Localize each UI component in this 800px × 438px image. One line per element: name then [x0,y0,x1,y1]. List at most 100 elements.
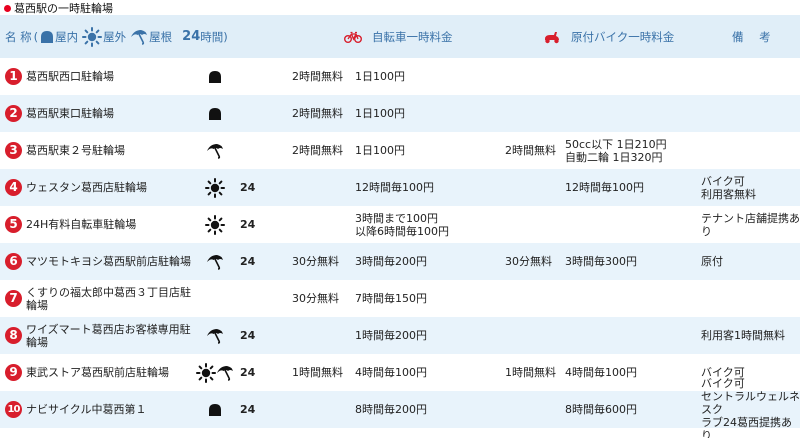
row-number: 5 [5,216,22,233]
facility-type-icons [197,317,233,354]
row-number: 10 [5,401,22,418]
header-moped-fee-label: 原付バイク一時料金 [571,29,675,44]
facility-type-icons [197,95,233,132]
row-number: 2 [5,105,22,122]
open-24h: 24 [240,366,256,379]
header-name-label: 名 称 [5,29,32,44]
indoor-icon [208,403,222,417]
open-24h: 24 [240,403,256,416]
notes: バイク可 セントラルウェルネスク ラブ24葛西提携あり [701,377,800,438]
row-number-badge: 10 [5,391,22,428]
parking-name: ワイズマート葛西店お客様専用駐 輪場 [26,317,196,354]
table-row: 9 東武ストア葛西駅前店駐輪場 24 1時間無料 4時間毎100円 1時間無料 4時間毎10… [0,354,800,391]
notes: テナント店舗提携あり [701,211,800,238]
bike-fee: 1日100円 [355,144,405,157]
row-number-badge: 7 [5,280,22,317]
indoor-icon [208,70,222,84]
bike-free-time: 2時間無料 [292,70,343,83]
row-number-badge: 5 [5,206,22,243]
indoor-icon [40,30,54,44]
table-row: 4 ウェスタン葛西店駐輪場 24 12時間毎100円 12時間毎100円 バイク可 利用客無… [0,169,800,206]
header-notes: 備 考 [732,29,777,44]
notes: 利用客1時間無料 [701,329,785,342]
open-24h: 24 [240,218,256,231]
bicycle-icon [344,31,362,43]
notes: 原付 [701,255,723,268]
moped-fee-line: 50cc以下 1日210円 [565,137,667,151]
indoor-icon [208,107,222,121]
moped-fee-line: 自動二輪 1日320円 [565,150,663,164]
sun-icon [205,177,225,198]
header-moped-fee: 原付バイク一時料金 [543,15,674,58]
sun-icon [196,362,216,383]
page-title: 葛西駅の一時駐輪場 [4,1,113,15]
bike-fee-line: 以降6時間毎100円 [355,224,449,238]
parking-name: 24H有料自転車駐輪場 [26,218,137,231]
parking-name-line: ワイズマート葛西店お客様専用駐 [26,322,191,336]
umbrella-icon [216,365,234,381]
header-24h-label: 24 [182,29,201,44]
bike-fee: 12時間毎100円 [355,181,434,194]
row-number-badge: 8 [5,317,22,354]
moped-fee: 12時間毎100円 [565,181,644,194]
sun-icon [82,26,103,47]
row-number-badge: 1 [5,58,22,95]
facility-type-icons [197,132,233,169]
row-number: 3 [5,142,22,159]
bike-free-time: 2時間無料 [292,144,343,157]
facility-type-icons [197,391,233,428]
umbrella-icon [206,254,224,270]
notes: バイク可 利用客無料 [701,169,756,206]
parking-name: 葛西駅東口駐輪場 [26,107,114,120]
header-bike-fee: 自転車一時料金 [344,15,453,58]
umbrella-icon [130,29,148,45]
bike-fee-line: 3時間まで100円 [355,211,438,225]
parking-name-line: 輪場 [26,335,48,349]
bike-fee: 1日100円 [355,107,405,120]
table-row: 8 ワイズマート葛西店お客様専用駐 輪場 24 1時間毎200円 利用客1時間無料 [0,317,800,354]
bike-free-time: 30分無料 [292,255,339,268]
row-number: 4 [5,179,22,196]
parking-table-body: 1 葛西駅西口駐輪場 2時間無料 1日100円 2 葛西駅東口駐輪場 2時間無料 1日100円… [0,58,800,438]
row-number: 1 [5,68,22,85]
scooter-icon [543,30,561,44]
moped-free-time: 1時間無料 [505,366,556,379]
parking-name: 葛西駅西口駐輪場 [26,70,114,83]
facility-type-icons [197,206,233,243]
header-indoor-label: 屋内 [55,29,79,44]
table-row: 1 葛西駅西口駐輪場 2時間無料 1日100円 [0,58,800,95]
header-24h-suffix: 時間 [200,29,224,44]
facility-type-icons [197,280,233,317]
table-row: 2 葛西駅東口駐輪場 2時間無料 1日100円 [0,95,800,132]
open-24h: 24 [240,255,256,268]
parking-name: 葛西駅東２号駐輪場 [26,144,125,157]
facility-type-icons [197,169,233,206]
bike-free-time: 1時間無料 [292,366,343,379]
facility-type-icons [197,243,233,280]
bike-fee: 7時間毎150円 [355,292,427,305]
bike-fee: 8時間毎200円 [355,403,427,416]
red-dot-icon [4,4,11,12]
table-row: 10 ナビサイクル中葛西第１ 24 8時間毎200円 8時間毎600円 バイク可 セントラル… [0,377,800,438]
parking-name: くすりの福太郎中葛西３丁目店駐 輪場 [26,280,196,317]
row-number: 9 [5,364,22,381]
table-row: 5 24H有料自転車駐輪場 24 3時間まで100円 以降6時間毎100円 テナント店舗提… [0,206,800,243]
notes-line: バイク可 [701,377,745,390]
parking-name: マツモトキヨシ葛西駅前店駐輪場 [26,255,191,268]
row-number: 7 [5,290,22,307]
bike-free-time: 30分無料 [292,292,339,305]
notes-line: バイク可 [701,174,745,188]
row-number-badge: 2 [5,95,22,132]
table-row: 3 葛西駅東２号駐輪場 2時間無料 1日100円 2時間無料 50cc以下 1日210円自… [0,132,800,169]
open-24h: 24 [240,181,256,194]
header-bike-fee-label: 自転車一時料金 [372,29,453,44]
row-number-badge: 3 [5,132,22,169]
bike-fee: 3時間まで100円 以降6時間毎100円 [355,206,449,243]
bike-fee: 1日100円 [355,70,405,83]
parking-name-line: 輪場 [26,298,48,312]
facility-type-icons [196,354,234,391]
header-paren-open: ( [33,29,39,44]
row-number-badge: 4 [5,169,22,206]
table-header: 名 称 ( 屋内 屋外 屋根 24 時間) 自転車一時料金 原付バイク一時料金… [0,15,800,58]
sun-icon [205,214,225,235]
